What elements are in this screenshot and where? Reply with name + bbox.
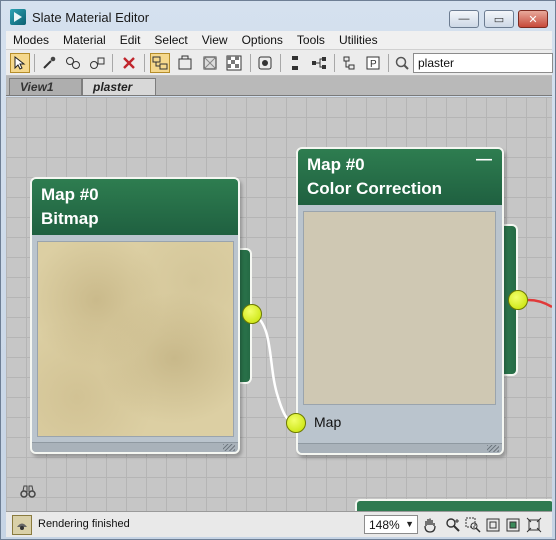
menu-material[interactable]: Material	[56, 31, 113, 50]
delete-icon[interactable]	[119, 53, 139, 73]
color-correction-node-footer	[298, 443, 502, 453]
pan-hand-icon[interactable]	[420, 515, 440, 535]
map-input-socket[interactable]	[286, 413, 306, 433]
bitmap-node-footer	[32, 442, 238, 452]
search-icon	[392, 53, 412, 73]
menu-view[interactable]: View	[195, 31, 235, 50]
color-correction-node[interactable]: Map #0 Color Correction —	[296, 147, 504, 455]
menu-options[interactable]: Options	[235, 31, 290, 50]
zoom-extents-selected-icon[interactable]	[503, 515, 523, 535]
connection-wire	[253, 312, 297, 425]
menu-utilities[interactable]: Utilities	[332, 31, 385, 50]
zoom-select[interactable]: 148% ▼	[364, 515, 418, 534]
layout-vertical-icon[interactable]	[285, 53, 305, 73]
color-correction-node-type: Color Correction	[307, 179, 443, 198]
binoculars-icon[interactable]	[20, 485, 36, 502]
collapse-icon[interactable]: —	[476, 151, 492, 169]
move-children-icon[interactable]	[150, 53, 170, 73]
close-button[interactable]: ✕	[518, 10, 548, 28]
bitmap-node-type: Bitmap	[41, 209, 99, 228]
bitmap-node[interactable]: Map #0 Bitmap	[30, 177, 240, 454]
maximize-button[interactable]: ▭	[484, 10, 514, 28]
background-icon[interactable]	[224, 53, 244, 73]
put-material-icon[interactable]	[63, 53, 83, 73]
assign-material-icon[interactable]	[87, 53, 107, 73]
slate-material-editor-window: Slate Material Editor — ▭ ✕ Modes Materi…	[0, 0, 556, 540]
status-text: Rendering finished	[38, 518, 130, 530]
tab-plaster[interactable]: plaster	[82, 78, 156, 95]
menu-bar: Modes Material Edit Select View Options …	[6, 31, 552, 50]
color-correction-preview	[303, 211, 496, 405]
material-map-navigator-icon[interactable]	[339, 53, 359, 73]
fit-view-icon[interactable]	[524, 515, 544, 535]
color-correction-node-header[interactable]: Map #0 Color Correction	[298, 149, 502, 205]
menu-edit[interactable]: Edit	[113, 31, 148, 50]
node-view-canvas[interactable]: Map #0 Bitmap Map #0 Color Correction — …	[6, 97, 552, 511]
select-tool-icon[interactable]	[10, 53, 30, 73]
title-bar: Slate Material Editor — ▭ ✕	[1, 1, 555, 31]
search-input[interactable]	[413, 53, 553, 73]
toolbar: P	[6, 50, 553, 76]
zoom-region-icon[interactable]	[463, 515, 483, 535]
menu-select[interactable]: Select	[147, 31, 194, 50]
window-title: Slate Material Editor	[32, 10, 150, 25]
eyedropper-icon[interactable]	[39, 53, 59, 73]
rendering-status-icon[interactable]	[12, 515, 32, 535]
zoom-icon[interactable]	[443, 515, 463, 535]
view-tabs: View1 plaster	[6, 76, 552, 96]
show-map-in-viewport-icon[interactable]	[200, 53, 220, 73]
partial-node[interactable]	[355, 499, 552, 511]
bitmap-node-header[interactable]: Map #0 Bitmap	[32, 179, 238, 235]
bitmap-preview	[37, 241, 234, 437]
menu-tools[interactable]: Tools	[290, 31, 332, 50]
map-slot-label: Map	[314, 414, 342, 430]
zoom-extents-icon[interactable]	[483, 515, 503, 535]
zoom-value: 148%	[369, 518, 400, 532]
minimize-button[interactable]: —	[449, 10, 479, 28]
preview-options-icon[interactable]	[255, 53, 275, 73]
layout-children-icon[interactable]	[309, 53, 329, 73]
bitmap-output-socket[interactable]	[242, 304, 262, 324]
tab-view1[interactable]: View1	[9, 78, 82, 95]
status-bar: Rendering finished 148% ▼	[6, 511, 552, 537]
color-correction-output-socket[interactable]	[508, 290, 528, 310]
resize-grip-icon[interactable]	[223, 444, 235, 451]
resize-grip-icon[interactable]	[487, 445, 499, 452]
bitmap-node-id: Map #0	[41, 185, 99, 204]
color-correction-node-id: Map #0	[307, 155, 365, 174]
hide-unused-slots-icon[interactable]	[175, 53, 195, 73]
output-wire	[527, 298, 552, 309]
parameter-editor-icon[interactable]: P	[363, 53, 383, 73]
chevron-down-icon: ▼	[405, 519, 414, 529]
svg-text:P: P	[370, 59, 377, 70]
menu-modes[interactable]: Modes	[6, 31, 56, 50]
app-icon	[10, 9, 26, 25]
